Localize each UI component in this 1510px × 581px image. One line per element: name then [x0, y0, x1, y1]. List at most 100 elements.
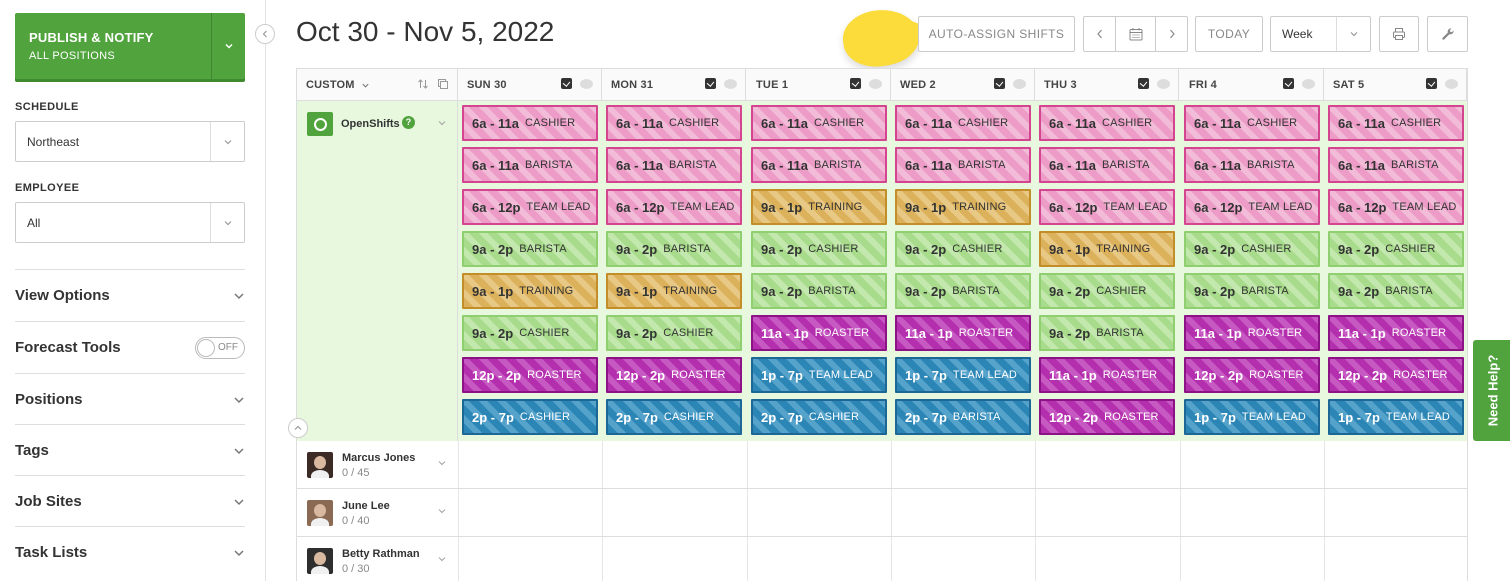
shift-block[interactable]: 12p - 2p ROASTER — [606, 357, 742, 393]
today-button[interactable]: TODAY — [1195, 16, 1263, 52]
publish-notify-button[interactable]: PUBLISH & NOTIFY ALL POSITIONS — [15, 13, 245, 79]
shift-block[interactable]: 9a - 2p CASHIER — [895, 231, 1031, 267]
shift-block[interactable]: 9a - 2p BARISTA — [1328, 273, 1464, 309]
day-header[interactable]: FRI 4 — [1180, 69, 1324, 100]
shift-block[interactable]: 11a - 1p ROASTER — [1328, 315, 1464, 351]
visibility-icon[interactable] — [869, 79, 882, 89]
shift-block[interactable]: 1p - 7p TEAM LEAD — [895, 357, 1031, 393]
shift-block[interactable]: 6a - 11a BARISTA — [1328, 147, 1464, 183]
shift-block[interactable]: 6a - 12p TEAM LEAD — [606, 189, 742, 225]
shift-block[interactable]: 9a - 2p CASHIER — [751, 231, 887, 267]
employee-select[interactable]: All — [15, 202, 245, 243]
visibility-icon[interactable] — [580, 79, 593, 89]
shift-block[interactable]: 9a - 2p BARISTA — [1184, 273, 1320, 309]
chevron-down-icon[interactable] — [437, 118, 447, 128]
shift-block[interactable]: 11a - 1p ROASTER — [751, 315, 887, 351]
shift-block[interactable]: 6a - 11a BARISTA — [1039, 147, 1175, 183]
shift-block[interactable]: 6a - 11a BARISTA — [1184, 147, 1320, 183]
shift-block[interactable]: 11a - 1p ROASTER — [1039, 357, 1175, 393]
shift-block[interactable]: 9a - 1p TRAINING — [895, 189, 1031, 225]
settings-button[interactable] — [1427, 16, 1468, 52]
shift-block[interactable]: 11a - 1p ROASTER — [895, 315, 1031, 351]
copy-icon[interactable] — [437, 78, 449, 90]
next-week-button[interactable] — [1156, 17, 1187, 51]
shift-block[interactable]: 6a - 11a CASHIER — [462, 105, 598, 141]
shift-block[interactable]: 9a - 1p TRAINING — [606, 273, 742, 309]
shift-block[interactable]: 9a - 2p BARISTA — [895, 273, 1031, 309]
shift-block[interactable]: 12p - 2p ROASTER — [462, 357, 598, 393]
shift-block[interactable]: 1p - 7p TEAM LEAD — [1328, 399, 1464, 435]
shift-block[interactable]: 9a - 2p CASHIER — [1328, 231, 1464, 267]
shift-block[interactable]: 6a - 12p TEAM LEAD — [1328, 189, 1464, 225]
shift-block[interactable]: 6a - 11a BARISTA — [895, 147, 1031, 183]
chevron-down-icon[interactable] — [437, 458, 447, 468]
calendar-picker-button[interactable] — [1116, 17, 1156, 51]
employee-name[interactable]: June Lee — [342, 500, 390, 512]
task-lists-section[interactable]: Task Lists — [15, 526, 245, 578]
publish-day-checkbox-icon[interactable] — [994, 78, 1005, 89]
shift-block[interactable]: 6a - 11a CASHIER — [751, 105, 887, 141]
employee-name[interactable]: Betty Rathman — [342, 548, 420, 560]
publish-day-checkbox-icon[interactable] — [561, 78, 572, 89]
shift-block[interactable]: 6a - 12p TEAM LEAD — [1039, 189, 1175, 225]
chevron-down-icon[interactable] — [437, 554, 447, 564]
shift-block[interactable]: 6a - 11a BARISTA — [606, 147, 742, 183]
visibility-icon[interactable] — [1013, 79, 1026, 89]
shift-block[interactable]: 9a - 1p TRAINING — [751, 189, 887, 225]
publish-day-checkbox-icon[interactable] — [1283, 78, 1294, 89]
shift-block[interactable]: 1p - 7p TEAM LEAD — [751, 357, 887, 393]
shift-block[interactable]: 9a - 2p CASHIER — [1184, 231, 1320, 267]
auto-assign-shifts-button[interactable]: AUTO-ASSIGN SHIFTS — [918, 16, 1075, 52]
shift-block[interactable]: 6a - 12p TEAM LEAD — [1184, 189, 1320, 225]
custom-sort-header[interactable]: CUSTOM — [297, 69, 458, 100]
shift-block[interactable]: 9a - 2p CASHIER — [462, 315, 598, 351]
shift-block[interactable]: 9a - 2p CASHIER — [1039, 273, 1175, 309]
shift-block[interactable]: 6a - 11a CASHIER — [1328, 105, 1464, 141]
shift-block[interactable]: 2p - 7p CASHIER — [462, 399, 598, 435]
shift-block[interactable]: 11a - 1p ROASTER — [1184, 315, 1320, 351]
visibility-icon[interactable] — [724, 79, 737, 89]
shift-block[interactable]: 6a - 12p TEAM LEAD — [462, 189, 598, 225]
forecast-tools-section[interactable]: Forecast Tools OFF — [15, 321, 245, 373]
shift-block[interactable]: 9a - 2p BARISTA — [606, 231, 742, 267]
visibility-icon[interactable] — [1157, 79, 1170, 89]
need-help-button[interactable]: Need Help? — [1473, 340, 1510, 441]
visibility-icon[interactable] — [1302, 79, 1315, 89]
shift-block[interactable]: 9a - 2p BARISTA — [751, 273, 887, 309]
day-header[interactable]: MON 31 — [602, 69, 746, 100]
shift-block[interactable]: 6a - 11a BARISTA — [751, 147, 887, 183]
collapse-open-shifts-button[interactable] — [288, 418, 308, 438]
employee-name[interactable]: Marcus Jones — [342, 452, 415, 464]
schedule-select[interactable]: Northeast — [15, 121, 245, 162]
shift-block[interactable]: 9a - 2p BARISTA — [1039, 315, 1175, 351]
day-header[interactable]: WED 2 — [891, 69, 1035, 100]
shift-block[interactable]: 1p - 7p TEAM LEAD — [1184, 399, 1320, 435]
previous-week-button[interactable] — [1084, 17, 1116, 51]
day-header[interactable]: THU 3 — [1035, 69, 1179, 100]
day-header[interactable]: TUE 1 — [747, 69, 891, 100]
publish-dropdown[interactable] — [211, 13, 245, 79]
collapse-sidebar-button[interactable] — [255, 24, 275, 44]
shift-block[interactable]: 2p - 7p BARISTA — [895, 399, 1031, 435]
shift-block[interactable]: 6a - 11a CASHIER — [895, 105, 1031, 141]
day-header[interactable]: SAT 5 — [1324, 69, 1467, 100]
publish-day-checkbox-icon[interactable] — [1426, 78, 1437, 89]
shift-block[interactable]: 9a - 2p BARISTA — [462, 231, 598, 267]
shift-block[interactable]: 6a - 11a CASHIER — [1184, 105, 1320, 141]
sort-icon[interactable] — [417, 78, 429, 90]
shift-block[interactable]: 6a - 11a CASHIER — [606, 105, 742, 141]
positions-section[interactable]: Positions — [15, 373, 245, 425]
shift-block[interactable]: 12p - 2p ROASTER — [1039, 399, 1175, 435]
chevron-down-icon[interactable] — [437, 506, 447, 516]
shift-block[interactable]: 6a - 11a CASHIER — [1039, 105, 1175, 141]
print-button[interactable] — [1379, 16, 1419, 52]
shift-block[interactable]: 2p - 7p CASHIER — [751, 399, 887, 435]
shift-block[interactable]: 12p - 2p ROASTER — [1328, 357, 1464, 393]
forecast-toggle[interactable]: OFF — [195, 336, 245, 359]
shift-block[interactable]: 9a - 2p CASHIER — [606, 315, 742, 351]
shift-block[interactable]: 2p - 7p CASHIER — [606, 399, 742, 435]
shift-block[interactable]: 12p - 2p ROASTER — [1184, 357, 1320, 393]
shift-block[interactable]: 9a - 1p TRAINING — [1039, 231, 1175, 267]
tags-section[interactable]: Tags — [15, 424, 245, 476]
visibility-icon[interactable] — [1445, 79, 1458, 89]
